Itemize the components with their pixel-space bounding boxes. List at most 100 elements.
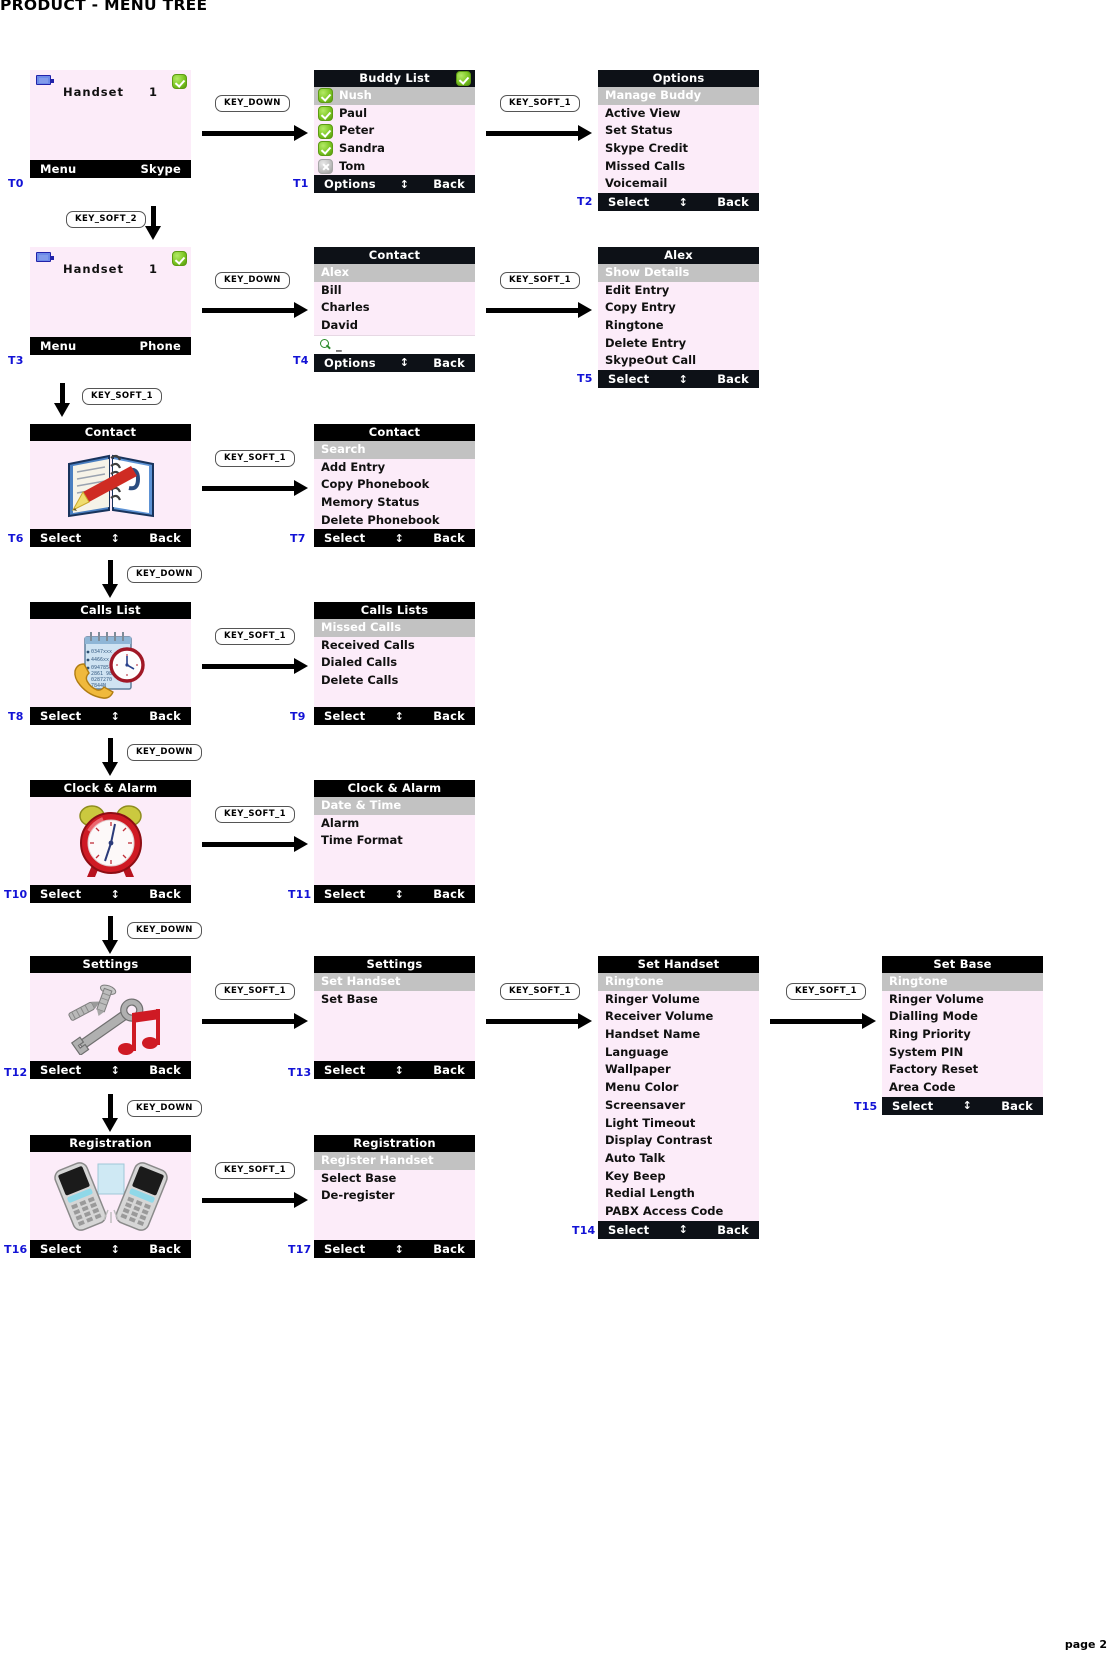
list-item[interactable]: Charles [314,299,475,317]
list-item[interactable]: Delete Entry [598,335,759,353]
t2-soft-left[interactable]: Select [608,195,649,209]
list-item[interactable]: Delete Calls [314,672,475,690]
list-item[interactable]: Tom [314,158,475,176]
t6-soft-right[interactable]: Back [149,531,181,545]
t10-soft-left[interactable]: Select [40,887,81,901]
list-item[interactable]: Ringer Volume [882,991,1043,1009]
list-item[interactable]: Area Code [882,1079,1043,1097]
list-item[interactable]: Ringtone [598,973,759,991]
list-item[interactable]: Redial Length [598,1185,759,1203]
t13-soft-left[interactable]: Select [324,1063,365,1077]
t11-soft-left[interactable]: Select [324,887,365,901]
list-item[interactable]: Light Timeout [598,1115,759,1133]
t12-soft-left[interactable]: Select [40,1063,81,1077]
t4-soft-right[interactable]: Back [433,356,465,370]
list-item[interactable]: David [314,317,475,335]
t0-soft-right[interactable]: Skype [141,162,181,176]
t14-soft-right[interactable]: Back [717,1223,749,1237]
list-item[interactable]: Set Handset [314,973,475,991]
list-item[interactable]: Display Contrast [598,1132,759,1150]
list-item[interactable]: Show Details [598,264,759,282]
list-item[interactable]: Set Base [314,991,475,1009]
list-item[interactable]: Peter [314,122,475,140]
t10-soft-right[interactable]: Back [149,887,181,901]
list-item[interactable]: Search [314,441,475,459]
t8-soft-right[interactable]: Back [149,709,181,723]
list-item[interactable]: Select Base [314,1170,475,1188]
t13-soft-right[interactable]: Back [433,1063,465,1077]
t17-soft-right[interactable]: Back [433,1242,465,1256]
list-item[interactable]: Sandra [314,140,475,158]
list-item[interactable]: Ringtone [882,973,1043,991]
list-item[interactable]: Auto Talk [598,1150,759,1168]
list-item[interactable]: Skype Credit [598,140,759,158]
list-item[interactable]: Nush [314,87,475,105]
t6-soft-left[interactable]: Select [40,531,81,545]
t1-soft-left[interactable]: Options [324,177,376,191]
t16-soft-left[interactable]: Select [40,1242,81,1256]
calls-list-icon: 0347xxx 4466xx 0947854 2861 9832 0287270… [73,632,145,699]
list-item[interactable]: Memory Status [314,494,475,512]
t11-soft-right[interactable]: Back [433,887,465,901]
list-item[interactable]: Key Beep [598,1168,759,1186]
t7-soft-right[interactable]: Back [433,531,465,545]
list-item[interactable]: Handset Name [598,1026,759,1044]
list-item[interactable]: De-register [314,1187,475,1205]
screen-t6: Contact Select ↕ Back [30,424,191,547]
list-item[interactable]: Manage Buddy [598,87,759,105]
list-item[interactable]: Time Format [314,832,475,850]
t14-soft-left[interactable]: Select [608,1223,649,1237]
t17-soft-left[interactable]: Select [324,1242,365,1256]
list-item[interactable]: Edit Entry [598,282,759,300]
list-item[interactable]: Ringtone [598,317,759,335]
list-item[interactable]: SkypeOut Call [598,352,759,370]
list-item[interactable]: Received Calls [314,637,475,655]
t0-soft-left[interactable]: Menu [40,162,76,176]
t12-soft-right[interactable]: Back [149,1063,181,1077]
list-item[interactable]: Date & Time [314,797,475,815]
list-item[interactable]: Copy Phonebook [314,476,475,494]
t3-soft-right[interactable]: Phone [139,339,181,353]
list-item[interactable]: Wallpaper [598,1061,759,1079]
list-item[interactable]: Ringer Volume [598,991,759,1009]
list-item[interactable]: Language [598,1044,759,1062]
list-item[interactable]: Missed Calls [314,619,475,637]
t6-title: Contact [84,425,137,439]
t15-soft-left[interactable]: Select [892,1099,933,1113]
t5-soft-right[interactable]: Back [717,372,749,386]
list-item[interactable]: Menu Color [598,1079,759,1097]
list-item[interactable]: Dialling Mode [882,1008,1043,1026]
t16-soft-right[interactable]: Back [149,1242,181,1256]
t8-soft-left[interactable]: Select [40,709,81,723]
screen-t13: Settings Set Handset Set Base Select ↕ B… [314,956,475,1079]
t9-soft-right[interactable]: Back [433,709,465,723]
list-item[interactable]: Dialed Calls [314,654,475,672]
list-item[interactable]: Alex [314,264,475,282]
list-item[interactable]: Screensaver [598,1097,759,1115]
t15-soft-right[interactable]: Back [1001,1099,1033,1113]
search-input[interactable]: _ [314,334,475,354]
list-item[interactable]: Paul [314,105,475,123]
list-item[interactable]: Delete Phonebook [314,512,475,530]
list-item[interactable]: Factory Reset [882,1061,1043,1079]
t3-soft-left[interactable]: Menu [40,339,76,353]
list-item[interactable]: Voicemail [598,175,759,193]
list-item[interactable]: Receiver Volume [598,1008,759,1026]
list-item[interactable]: Add Entry [314,459,475,477]
list-item[interactable]: Active View [598,105,759,123]
list-item[interactable]: Missed Calls [598,158,759,176]
list-item[interactable]: Bill [314,282,475,300]
t2-soft-right[interactable]: Back [717,195,749,209]
list-item[interactable]: Register Handset [314,1152,475,1170]
t9-soft-left[interactable]: Select [324,709,365,723]
list-item[interactable]: System PIN [882,1044,1043,1062]
list-item[interactable]: Set Status [598,122,759,140]
list-item[interactable]: PABX Access Code [598,1203,759,1221]
t4-soft-left[interactable]: Options [324,356,376,370]
t1-soft-right[interactable]: Back [433,177,465,191]
t5-soft-left[interactable]: Select [608,372,649,386]
list-item[interactable]: Ring Priority [882,1026,1043,1044]
t7-soft-left[interactable]: Select [324,531,365,545]
list-item[interactable]: Copy Entry [598,299,759,317]
list-item[interactable]: Alarm [314,815,475,833]
